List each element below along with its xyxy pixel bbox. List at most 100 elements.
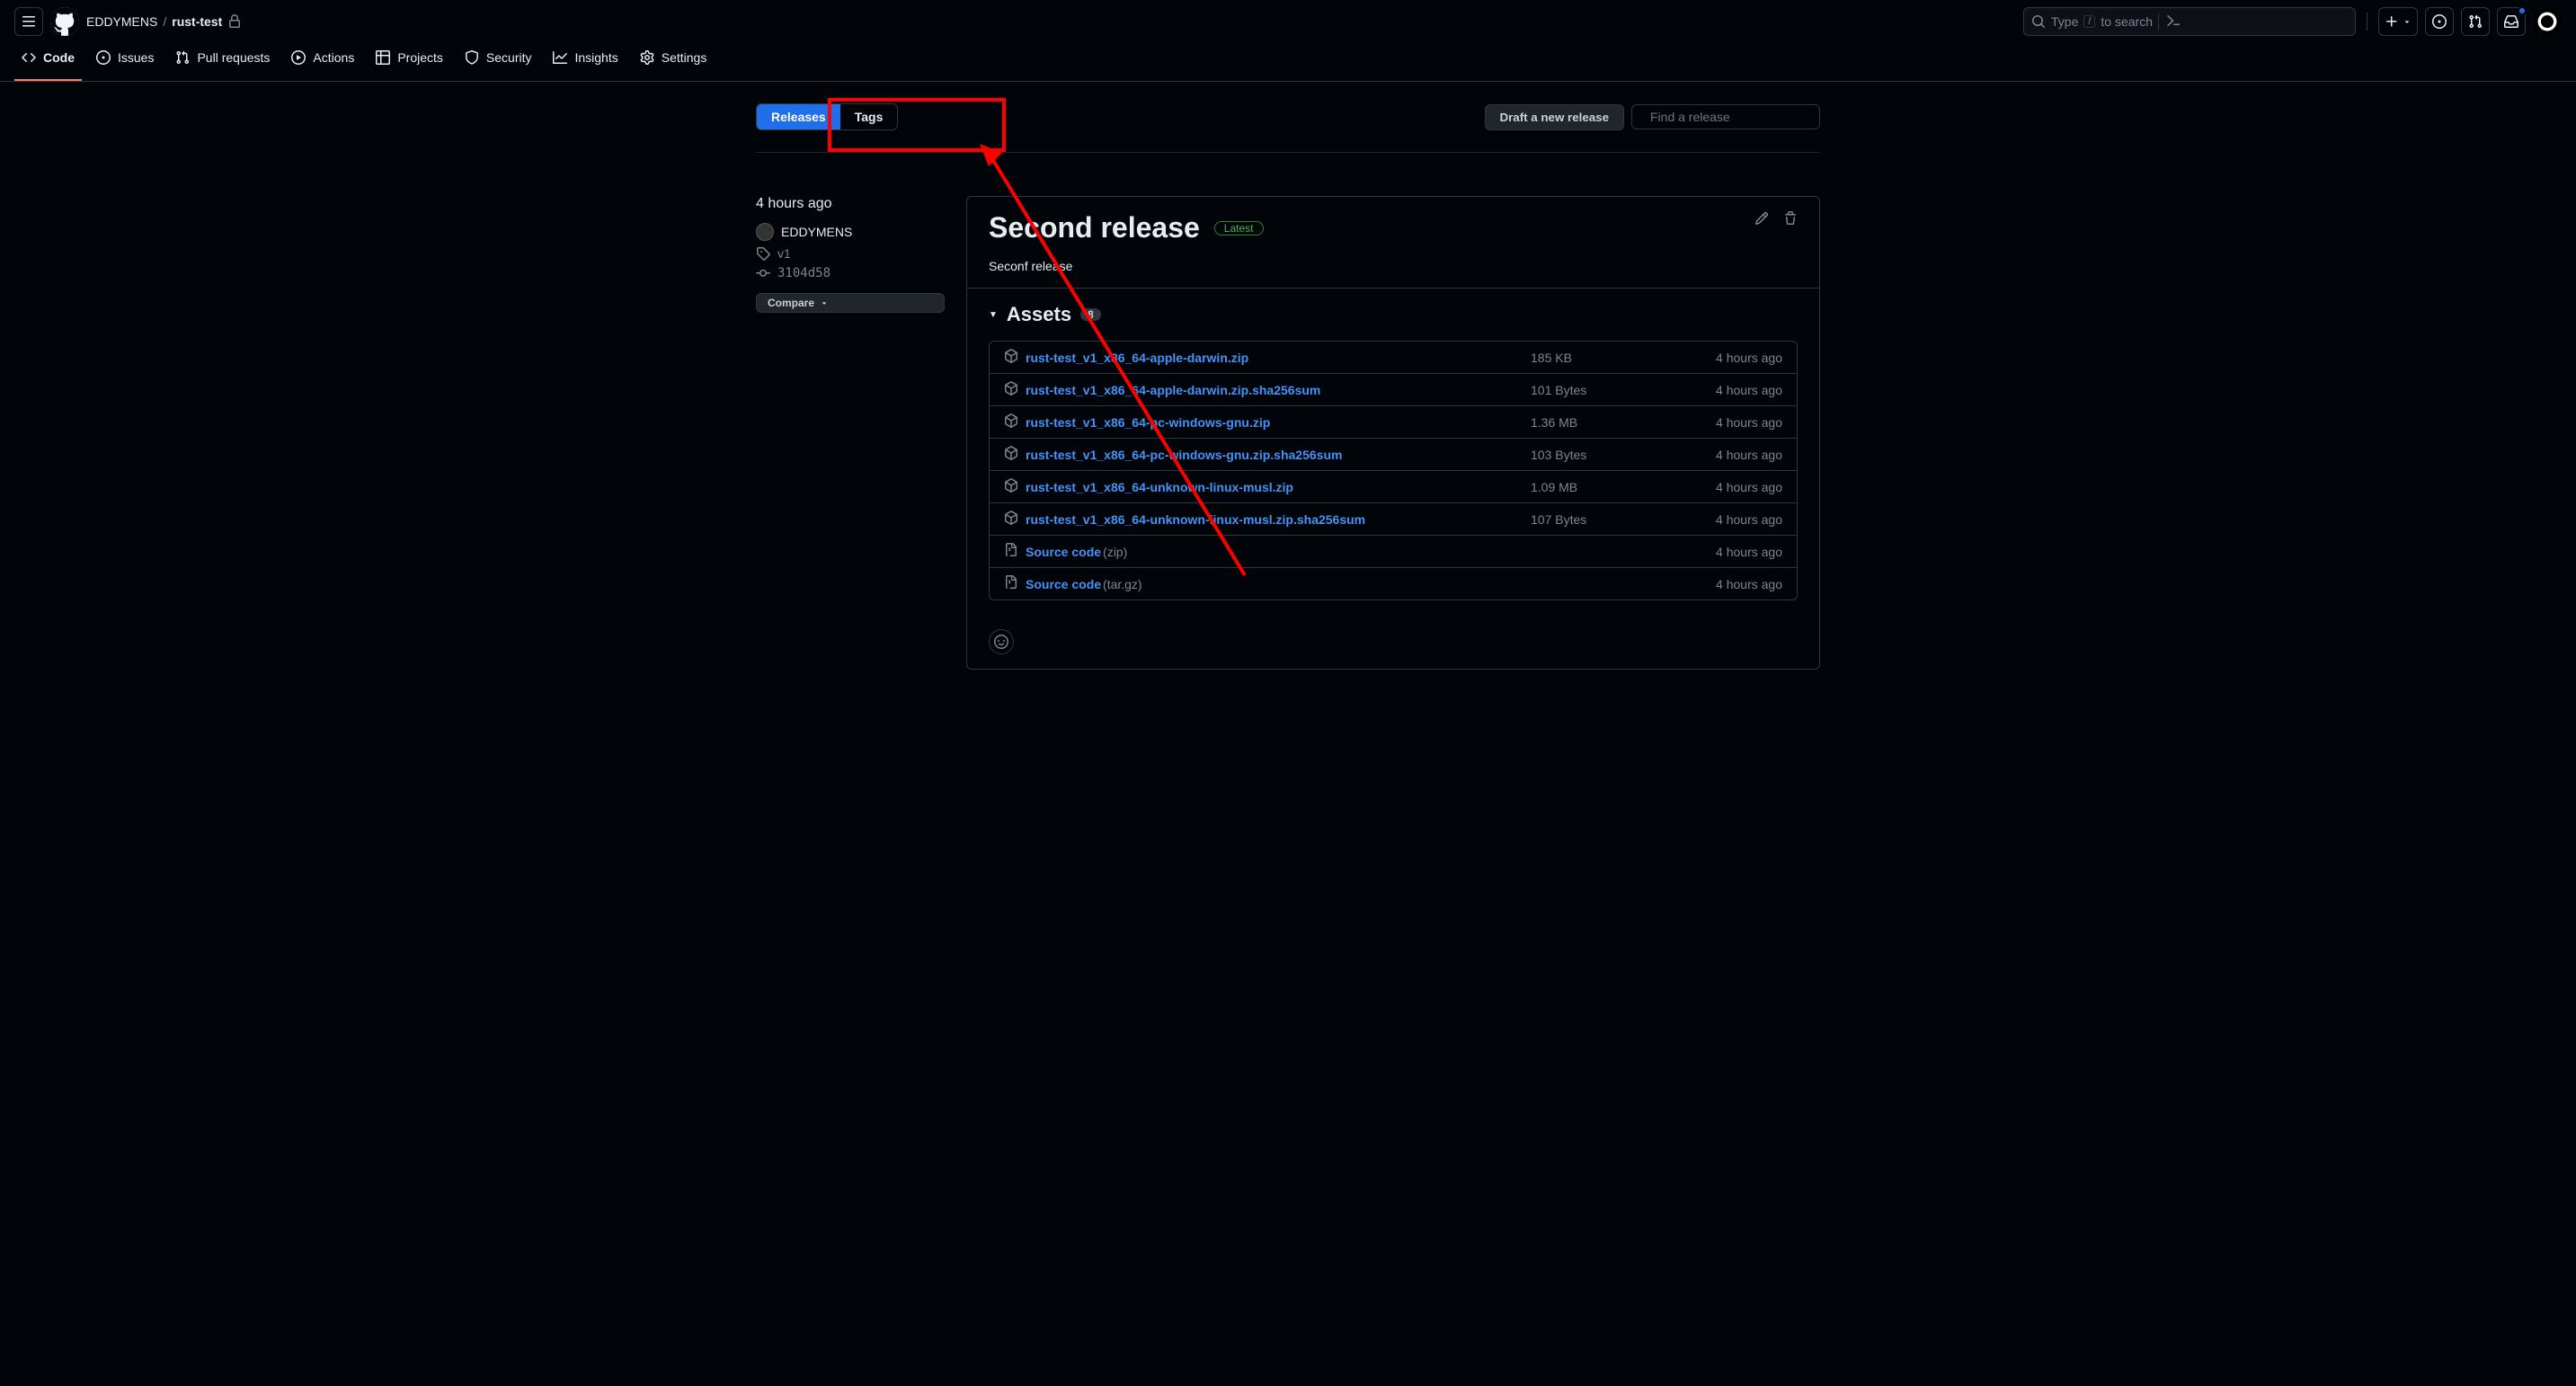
asset-link[interactable]: rust-test_v1_x86_64-unknown-linux-musl.z… — [1004, 478, 1531, 495]
find-release-field[interactable] — [1650, 110, 1813, 124]
user-avatar[interactable] — [2533, 7, 2562, 36]
delete-release-button[interactable] — [1783, 211, 1798, 228]
asset-row: rust-test_v1_x86_64-unknown-linux-musl.z… — [990, 471, 1797, 503]
release-description: Seconf release — [989, 259, 1798, 273]
play-icon — [291, 50, 306, 65]
asset-date: 4 hours ago — [1683, 545, 1782, 559]
asset-link[interactable]: Source code (zip) — [1004, 543, 1531, 560]
package-icon — [1004, 349, 1018, 366]
chevron-down-icon — [820, 298, 829, 307]
asset-link[interactable]: rust-test_v1_x86_64-pc-windows-gnu.zip — [1004, 413, 1531, 431]
lock-icon — [227, 14, 242, 29]
latest-badge: Latest — [1214, 221, 1264, 235]
github-icon — [50, 7, 79, 36]
smiley-icon — [994, 635, 1008, 649]
asset-row: rust-test_v1_x86_64-pc-windows-gnu.zip 1… — [990, 406, 1797, 439]
tab-pulls[interactable]: Pull requests — [168, 43, 277, 81]
nav-menu-button[interactable] — [14, 7, 43, 36]
asset-row: rust-test_v1_x86_64-apple-darwin.zip.sha… — [990, 374, 1797, 406]
package-icon — [1004, 446, 1018, 463]
asset-date: 4 hours ago — [1683, 448, 1782, 462]
tab-insights[interactable]: Insights — [546, 43, 625, 81]
graph-icon — [553, 50, 567, 65]
package-icon — [1004, 511, 1018, 528]
tab-actions[interactable]: Actions — [284, 43, 361, 81]
asset-size: 101 Bytes — [1531, 383, 1683, 397]
asset-size: 185 KB — [1531, 351, 1683, 365]
tab-projects[interactable]: Projects — [369, 43, 450, 81]
compare-button[interactable]: Compare — [756, 293, 945, 313]
repo-nav: Code Issues Pull requests Actions Projec… — [0, 43, 2576, 81]
tag-icon — [756, 246, 770, 261]
release-commit[interactable]: 3104d58 — [756, 266, 945, 280]
asset-size: 103 Bytes — [1531, 448, 1683, 462]
assets-toggle[interactable]: ▼ Assets 8 — [989, 303, 1798, 326]
create-new-button[interactable] — [2378, 7, 2418, 36]
tab-security[interactable]: Security — [457, 43, 539, 81]
owner-link[interactable]: EDDYMENS — [86, 14, 157, 29]
chevron-down-icon — [2403, 17, 2412, 26]
asset-date: 4 hours ago — [1683, 415, 1782, 430]
asset-date: 4 hours ago — [1683, 351, 1782, 365]
notifications-button[interactable] — [2497, 7, 2526, 36]
search-label-prefix: Type — [2051, 14, 2078, 29]
release-card: Second release Latest Seconf release ▼ A… — [966, 196, 1820, 670]
issue-icon — [96, 50, 111, 65]
breadcrumb: EDDYMENS / rust-test — [86, 14, 242, 29]
hamburger-icon — [22, 14, 36, 29]
asset-row: rust-test_v1_x86_64-apple-darwin.zip 185… — [990, 342, 1797, 374]
asset-link[interactable]: Source code (tar.gz) — [1004, 575, 1531, 592]
tab-settings[interactable]: Settings — [633, 43, 715, 81]
release-tag[interactable]: v1 — [756, 246, 945, 261]
notification-dot — [2518, 6, 2527, 15]
asset-link[interactable]: rust-test_v1_x86_64-apple-darwin.zip — [1004, 349, 1531, 366]
releases-toggle[interactable]: Releases — [757, 104, 840, 129]
search-label-suffix: to search — [2101, 14, 2153, 29]
gear-icon — [640, 50, 654, 65]
asset-date: 4 hours ago — [1683, 577, 1782, 591]
shield-icon — [465, 50, 479, 65]
package-icon — [1004, 413, 1018, 431]
pull-request-icon — [175, 50, 190, 65]
commit-icon — [756, 266, 770, 280]
release-title: Second release — [989, 211, 1200, 244]
asset-date: 4 hours ago — [1683, 383, 1782, 397]
asset-row: rust-test_v1_x86_64-pc-windows-gnu.zip.s… — [990, 439, 1797, 471]
asset-date: 4 hours ago — [1683, 512, 1782, 527]
draft-release-button[interactable]: Draft a new release — [1485, 104, 1625, 130]
pull-requests-button[interactable] — [2461, 7, 2490, 36]
release-author[interactable]: EDDYMENS — [756, 223, 945, 241]
breadcrumb-separator: / — [163, 14, 166, 29]
issues-button[interactable] — [2425, 7, 2454, 36]
tab-issues[interactable]: Issues — [89, 43, 161, 81]
asset-link[interactable]: rust-test_v1_x86_64-unknown-linux-musl.z… — [1004, 511, 1531, 528]
asset-link[interactable]: rust-test_v1_x86_64-apple-darwin.zip.sha… — [1004, 381, 1531, 398]
assets-title: Assets — [1007, 303, 1071, 326]
package-icon — [1004, 381, 1018, 398]
github-logo[interactable] — [50, 7, 79, 36]
table-icon — [376, 50, 390, 65]
package-icon — [1004, 478, 1018, 495]
author-link[interactable]: EDDYMENS — [781, 225, 852, 239]
asset-row: rust-test_v1_x86_64-unknown-linux-musl.z… — [990, 503, 1797, 536]
asset-size: 107 Bytes — [1531, 512, 1683, 527]
asset-row: Source code (zip) 4 hours ago — [990, 536, 1797, 568]
dot-circle-icon — [2432, 14, 2447, 29]
author-avatar — [756, 223, 774, 241]
edit-release-button[interactable] — [1754, 211, 1769, 228]
find-release-input[interactable] — [1631, 104, 1820, 129]
triangle-down-icon: ▼ — [989, 310, 998, 320]
tab-code[interactable]: Code — [14, 43, 82, 81]
release-time: 4 hours ago — [756, 196, 945, 212]
git-pull-request-icon — [2468, 14, 2483, 29]
tags-toggle[interactable]: Tags — [840, 104, 898, 129]
command-palette-icon[interactable] — [2158, 13, 2181, 31]
add-reaction-button[interactable] — [989, 629, 1014, 654]
assets-table: rust-test_v1_x86_64-apple-darwin.zip 185… — [989, 341, 1798, 600]
search-input[interactable]: Type / to search — [2023, 7, 2356, 36]
file-zip-icon — [1004, 543, 1018, 560]
inbox-icon — [2504, 14, 2518, 29]
releases-tags-toggle: Releases Tags — [756, 103, 898, 130]
repo-link[interactable]: rust-test — [172, 14, 222, 29]
asset-link[interactable]: rust-test_v1_x86_64-pc-windows-gnu.zip.s… — [1004, 446, 1531, 463]
